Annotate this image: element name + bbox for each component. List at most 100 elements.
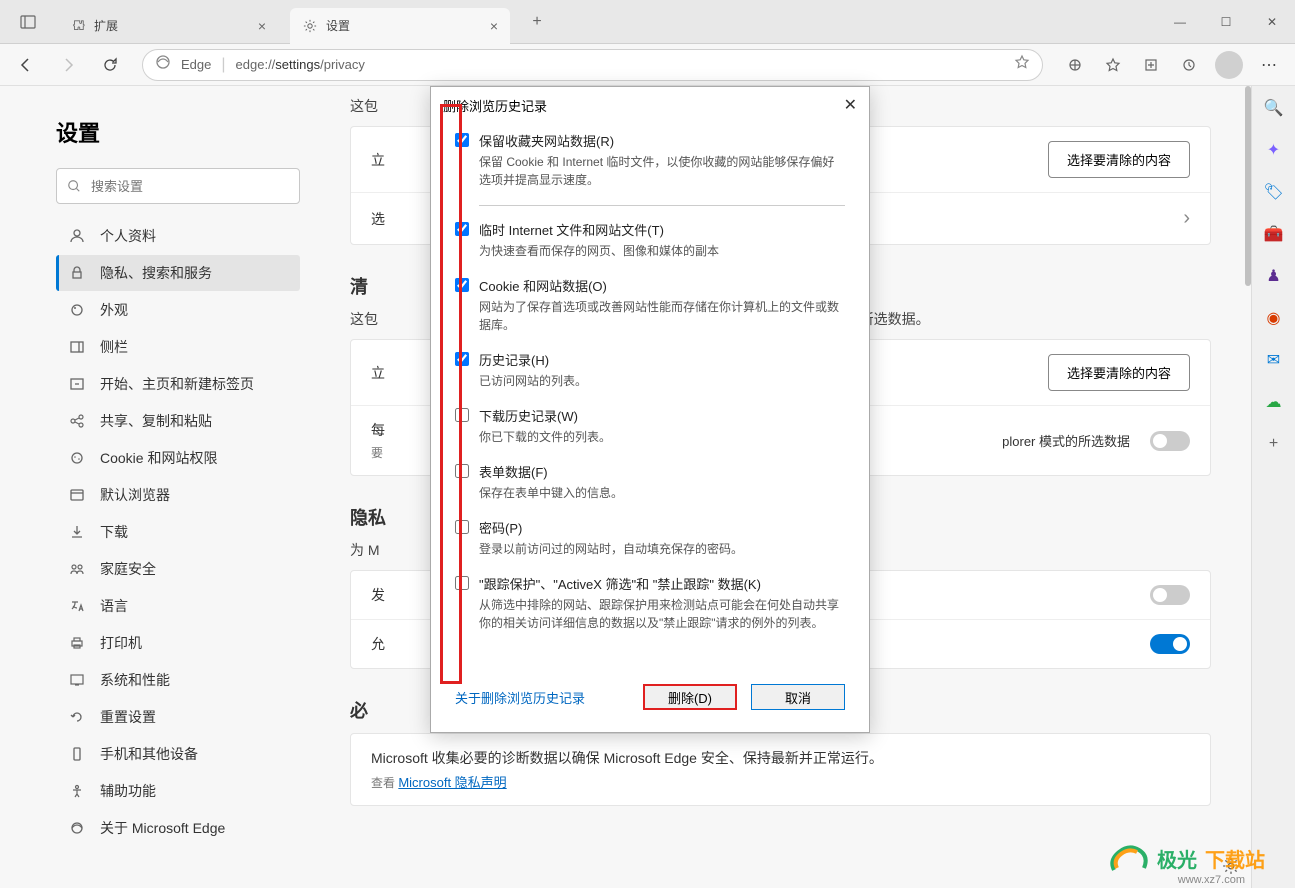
dialog-option-7: "跟踪保护"、"ActiveX 筛选"和 "禁止跟踪" 数据(K)从筛选中排除的… <box>455 574 845 632</box>
games-icon[interactable]: ♟ <box>1262 264 1286 288</box>
dialog-checkbox-2[interactable] <box>455 278 469 292</box>
privacy-statement-link[interactable]: Microsoft 隐私声明 <box>398 775 506 790</box>
puzzle-icon <box>70 18 86 34</box>
shopping-icon[interactable]: 🏷 <box>1262 180 1286 204</box>
outlook-icon[interactable]: ✉ <box>1262 348 1286 372</box>
address-bar[interactable]: Edge | edge://settings/privacy <box>142 49 1043 81</box>
extensions-icon[interactable] <box>1057 47 1093 83</box>
search-sidebar-icon[interactable]: 🔍 <box>1262 96 1286 120</box>
dialog-option-label: 临时 Internet 文件和网站文件(T) <box>479 220 845 239</box>
dialog-close-button[interactable]: ✕ <box>844 95 857 115</box>
dialog-option-desc: 已访问网站的列表。 <box>479 372 845 390</box>
nav-label: 隐私、搜索和服务 <box>100 263 212 283</box>
lang-icon <box>68 597 86 615</box>
sidebar-item-11[interactable]: 打印机 <box>56 625 300 661</box>
nav-label: Cookie 和网站权限 <box>100 448 217 468</box>
add-sidebar-icon[interactable]: + <box>1262 432 1286 456</box>
dialog-checkbox-4[interactable] <box>455 408 469 422</box>
refresh-button[interactable] <box>92 47 128 83</box>
nav-label: 关于 Microsoft Edge <box>100 818 225 838</box>
nav-label: 下载 <box>100 522 128 542</box>
nav-label: 默认浏览器 <box>100 485 170 505</box>
dialog-option-desc: 你已下载的文件的列表。 <box>479 428 845 446</box>
sidebar-item-4[interactable]: 开始、主页和新建标签页 <box>56 366 300 402</box>
edge-icon <box>68 819 86 837</box>
collections-icon[interactable] <box>1133 47 1169 83</box>
tab-close-icon[interactable]: × <box>258 18 266 34</box>
reset-icon <box>68 708 86 726</box>
watermark-logo-icon <box>1109 840 1149 876</box>
sidebar-item-3[interactable]: 侧栏 <box>56 329 300 365</box>
cancel-button[interactable]: 取消 <box>751 684 845 710</box>
sidebar-item-2[interactable]: 外观 <box>56 292 300 328</box>
user-icon <box>68 227 86 245</box>
access-icon <box>68 782 86 800</box>
favorite-star-icon[interactable] <box>1014 54 1030 75</box>
sidebar-item-10[interactable]: 语言 <box>56 588 300 624</box>
nav-label: 家庭安全 <box>100 559 156 579</box>
sidebar-item-15[interactable]: 辅助功能 <box>56 773 300 809</box>
toggle-privacy-2[interactable] <box>1150 634 1190 654</box>
forward-button[interactable] <box>50 47 86 83</box>
tools-icon[interactable]: 🧰 <box>1262 222 1286 246</box>
dialog-checkbox-1[interactable] <box>455 222 469 236</box>
choose-clear-button-2[interactable]: 选择要清除的内容 <box>1048 354 1190 391</box>
delete-button[interactable]: 删除(D) <box>643 684 737 710</box>
dialog-option-desc: 从筛选中排除的网站、跟踪保护用来检测站点可能会在何处自动共享你的相关访问详细信息… <box>479 596 845 632</box>
dialog-checkbox-7[interactable] <box>455 576 469 590</box>
chevron-right-icon: › <box>1183 207 1190 230</box>
favorites-icon[interactable] <box>1095 47 1131 83</box>
new-tab-button[interactable]: + <box>522 7 552 37</box>
sidebar-item-12[interactable]: 系统和性能 <box>56 662 300 698</box>
dialog-checkbox-6[interactable] <box>455 520 469 534</box>
minimize-button[interactable]: — <box>1157 0 1203 44</box>
sidebar-item-0[interactable]: 个人资料 <box>56 218 300 254</box>
sidebar-item-13[interactable]: 重置设置 <box>56 699 300 735</box>
tab-extensions[interactable]: 扩展 × <box>58 8 278 44</box>
sidebar-item-8[interactable]: 下载 <box>56 514 300 550</box>
nav-label: 系统和性能 <box>100 670 170 690</box>
phone-icon <box>68 745 86 763</box>
more-menu-button[interactable]: ⋯ <box>1251 55 1287 75</box>
scrollbar-thumb[interactable] <box>1245 86 1251 286</box>
home-icon <box>68 375 86 393</box>
download-icon <box>68 523 86 541</box>
tab-label: 扩展 <box>94 17 118 34</box>
address-edge-label: Edge <box>181 57 211 72</box>
nav-label: 打印机 <box>100 633 142 653</box>
panel-icon <box>68 338 86 356</box>
search-input[interactable] <box>91 179 289 194</box>
office-icon[interactable]: ◉ <box>1262 306 1286 330</box>
dialog-checkbox-5[interactable] <box>455 464 469 478</box>
settings-search[interactable] <box>56 168 300 204</box>
dialog-option-label: 密码(P) <box>479 518 845 537</box>
sidebar-item-6[interactable]: Cookie 和网站权限 <box>56 440 300 476</box>
sidebar-item-16[interactable]: 关于 Microsoft Edge <box>56 810 300 846</box>
back-button[interactable] <box>8 47 44 83</box>
sidebar-item-1[interactable]: 隐私、搜索和服务 <box>56 255 300 291</box>
history-icon[interactable] <box>1171 47 1207 83</box>
dialog-option-label: Cookie 和网站数据(O) <box>479 276 845 295</box>
browser-icon <box>68 486 86 504</box>
share-icon <box>68 412 86 430</box>
sidebar-item-14[interactable]: 手机和其他设备 <box>56 736 300 772</box>
toggle-privacy-1[interactable] <box>1150 585 1190 605</box>
close-window-button[interactable]: ✕ <box>1249 0 1295 44</box>
sidebar-item-9[interactable]: 家庭安全 <box>56 551 300 587</box>
about-delete-history-link[interactable]: 关于删除浏览历史记录 <box>455 688 585 707</box>
maximize-button[interactable]: ☐ <box>1203 0 1249 44</box>
sidebar-item-5[interactable]: 共享、复制和粘贴 <box>56 403 300 439</box>
dialog-option-label: 保留收藏夹网站数据(R) <box>479 131 845 150</box>
sidebar-item-7[interactable]: 默认浏览器 <box>56 477 300 513</box>
profile-avatar[interactable] <box>1215 51 1243 79</box>
tab-settings[interactable]: 设置 × <box>290 8 510 44</box>
discover-icon[interactable]: ✦ <box>1262 138 1286 162</box>
dialog-checkbox-0[interactable] <box>455 133 469 147</box>
panel-toggle-icon[interactable] <box>10 4 46 40</box>
tab-close-icon[interactable]: × <box>490 18 498 34</box>
dialog-checkbox-3[interactable] <box>455 352 469 366</box>
dialog-option-desc: 保存在表单中键入的信息。 <box>479 484 845 502</box>
toggle-ie-mode-clear[interactable] <box>1150 431 1190 451</box>
onedrive-icon[interactable]: ☁ <box>1262 390 1286 414</box>
choose-clear-button[interactable]: 选择要清除的内容 <box>1048 141 1190 178</box>
